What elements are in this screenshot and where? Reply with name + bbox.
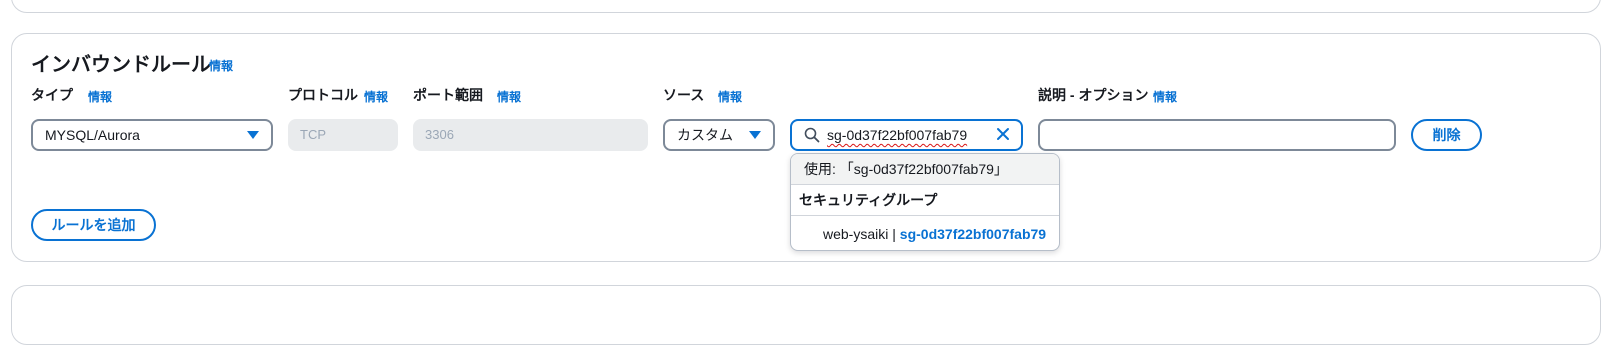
add-rule-button[interactable]: ルールを追加 [31,209,156,241]
security-group-name: web-ysaiki [823,226,889,242]
port-range-label: ポート範囲 [413,87,483,103]
protocol-label: プロトコル [288,87,358,103]
security-group-option[interactable]: web-ysaiki | sg-0d37f22bf007fab79 [791,218,1059,250]
protocol-field: TCP [288,119,398,151]
type-info-link[interactable]: 情報 [88,88,112,105]
security-group-id: sg-0d37f22bf007fab79 [899,226,1047,242]
delete-rule-button[interactable]: 削除 [1411,119,1482,151]
section-title: インバウンドルール [31,54,211,76]
type-select[interactable]: MYSQL/Aurora [31,119,273,151]
next-panel [11,285,1601,345]
protocol-info-link[interactable]: 情報 [364,88,388,105]
source-select-value: カスタム [677,127,733,143]
caret-down-icon [749,131,761,139]
description-input[interactable] [1038,119,1396,151]
source-select[interactable]: カスタム [663,119,775,151]
option-separator: | [888,226,900,242]
description-info-link[interactable]: 情報 [1153,88,1177,105]
source-autocomplete-dropdown: 使用: 「sg-0d37f22bf007fab79」 セキュリティグループ we… [790,153,1060,251]
port-range-field: 3306 [413,119,648,151]
source-search-input[interactable]: sg-0d37f22bf007fab79 [790,119,1023,151]
search-input-value: sg-0d37f22bf007fab79 [827,127,968,143]
type-select-value: MYSQL/Aurora [45,127,140,143]
use-entered-value-option[interactable]: 使用: 「sg-0d37f22bf007fab79」 [791,154,1059,185]
type-label: タイプ [31,87,73,103]
description-label: 説明 - オプション [1038,87,1149,103]
clear-icon[interactable] [995,126,1011,142]
previous-panel [11,0,1601,13]
section-info-link[interactable]: 情報 [209,57,233,74]
security-group-header: セキュリティグループ [791,185,1059,216]
source-info-link[interactable]: 情報 [718,88,742,105]
source-label: ソース [663,87,705,103]
caret-down-icon [247,131,259,139]
port-range-info-link[interactable]: 情報 [497,88,521,105]
search-icon [804,127,820,143]
